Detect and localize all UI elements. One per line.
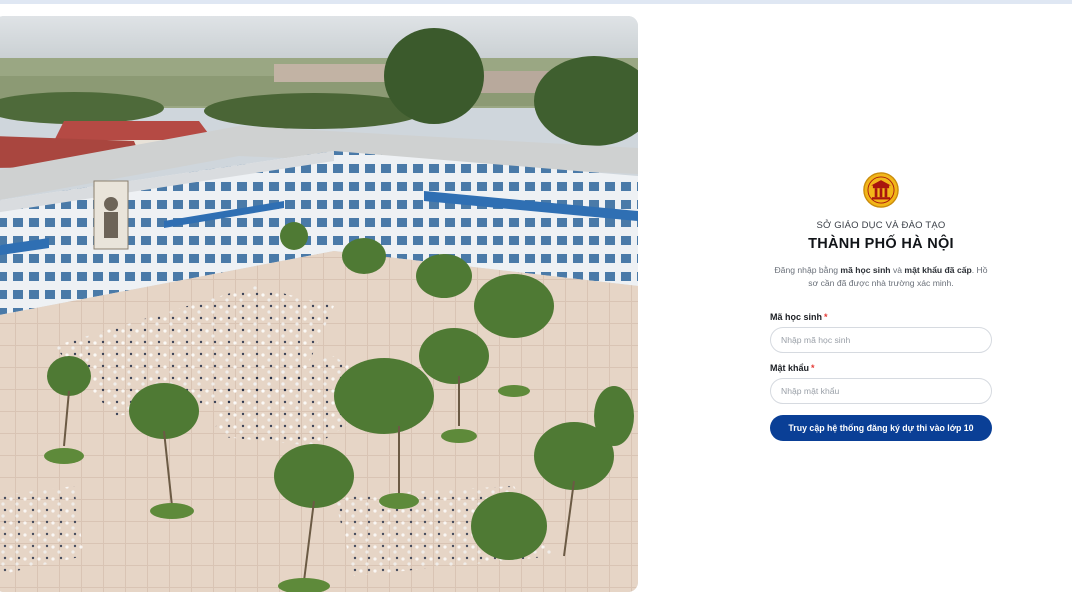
password-label-text: Mật khẩu bbox=[770, 363, 810, 373]
login-panel: SỞ GIÁO DỤC VÀ ĐÀO TẠO THÀNH PHỐ HÀ NỘI … bbox=[770, 172, 992, 441]
password-input[interactable] bbox=[770, 378, 992, 404]
org-name: SỞ GIÁO DỤC VÀ ĐÀO TẠO bbox=[816, 220, 946, 231]
login-description: Đăng nhập bằng mã học sinh và mật khẩu đ… bbox=[770, 264, 992, 290]
required-mark: * bbox=[824, 312, 828, 322]
required-mark: * bbox=[811, 363, 815, 373]
top-accent-bar bbox=[0, 0, 1072, 4]
student-id-label-text: Mã học sinh bbox=[770, 312, 823, 322]
school-photo-illustration bbox=[0, 16, 638, 592]
student-id-input[interactable] bbox=[770, 327, 992, 353]
access-system-button[interactable]: Truy cập hệ thống đăng ký dự thi vào lớp… bbox=[770, 415, 992, 441]
hanoi-emblem-icon bbox=[863, 172, 899, 208]
school-courtyard-photo bbox=[0, 16, 638, 592]
password-label: Mật khẩu * bbox=[770, 363, 992, 373]
student-id-label: Mã học sinh * bbox=[770, 312, 992, 322]
city-title: THÀNH PHỐ HÀ NỘI bbox=[808, 236, 954, 252]
desc-bold-password: mật khẩu đã cấp bbox=[904, 265, 972, 275]
desc-text-prefix: Đăng nhập bằng bbox=[774, 265, 841, 275]
desc-text-mid: và bbox=[890, 265, 905, 275]
desc-bold-student-id: mã học sinh bbox=[840, 265, 891, 275]
